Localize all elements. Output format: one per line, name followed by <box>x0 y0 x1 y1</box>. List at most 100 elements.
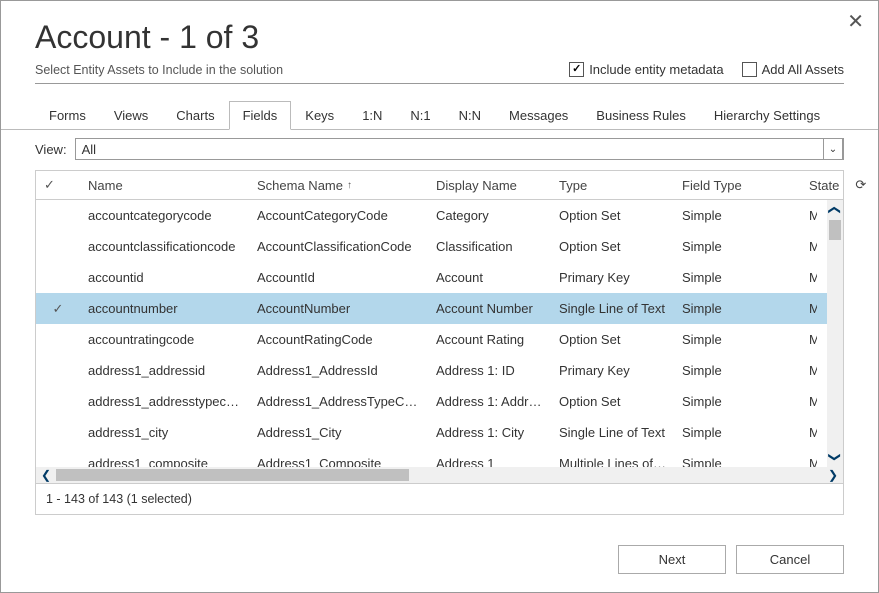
cell-name: accountcategorycode <box>80 208 249 223</box>
include-metadata-label: Include entity metadata <box>589 62 723 77</box>
cell-field-type: Simple <box>674 425 801 440</box>
tab-messages[interactable]: Messages <box>495 101 582 130</box>
cell-type: Multiple Lines of… <box>551 456 674 467</box>
cell-state: Managed <box>801 270 817 285</box>
table-row[interactable]: address1_cityAddress1_CityAddress 1: Cit… <box>36 417 843 448</box>
dialog-buttons: Next Cancel <box>618 545 844 574</box>
cell-type: Primary Key <box>551 270 674 285</box>
header-checkboxes: Include entity metadata Add All Assets <box>569 62 844 77</box>
view-select[interactable]: All ⌄ <box>75 138 844 160</box>
status-bar: 1 - 143 of 143 (1 selected) <box>35 484 844 515</box>
table-row[interactable]: ✓accountnumberAccountNumberAccount Numbe… <box>36 293 843 324</box>
cell-type: Primary Key <box>551 363 674 378</box>
subtitle-row: Select Entity Assets to Include in the s… <box>35 62 844 84</box>
vscroll-track[interactable] <box>827 220 843 447</box>
cell-field-type: Simple <box>674 456 801 467</box>
tab-fields[interactable]: Fields <box>229 101 292 130</box>
cell-field-type: Simple <box>674 301 801 316</box>
vscroll-thumb[interactable] <box>829 220 841 240</box>
col-display-name[interactable]: Display Name <box>428 171 551 199</box>
hscroll-track[interactable] <box>56 467 823 483</box>
cell-schema: AccountCategoryCode <box>249 208 428 223</box>
cell-name: address1_addresstypecode <box>80 394 249 409</box>
refresh-icon: ⟳ <box>855 177 866 193</box>
cell-field-type: Simple <box>674 208 801 223</box>
table-row[interactable]: accountcategorycodeAccountCategoryCodeCa… <box>36 200 843 231</box>
table-body: accountcategorycodeAccountCategoryCodeCa… <box>36 200 843 467</box>
refresh-button[interactable]: ⟳ <box>847 171 879 199</box>
add-all-assets-checkbox[interactable]: Add All Assets <box>742 62 844 77</box>
table-row[interactable]: address1_addresstypecodeAddress1_Address… <box>36 386 843 417</box>
col-state[interactable]: State <box>801 171 847 199</box>
cell-schema: AccountClassificationCode <box>249 239 428 254</box>
next-button[interactable]: Next <box>618 545 726 574</box>
cell-state: Managed <box>801 239 817 254</box>
cell-state: Managed <box>801 425 817 440</box>
tab-nn[interactable]: N:N <box>445 101 495 130</box>
table-row[interactable]: accountclassificationcodeAccountClassifi… <box>36 231 843 262</box>
cell-name: address1_composite <box>80 456 249 467</box>
tab-charts[interactable]: Charts <box>162 101 228 130</box>
include-metadata-checkbox[interactable]: Include entity metadata <box>569 62 723 77</box>
cell-state: Managed <box>801 208 817 223</box>
cell-name: accountid <box>80 270 249 285</box>
tab-n1[interactable]: N:1 <box>396 101 444 130</box>
table-row[interactable]: accountidAccountIdAccountPrimary KeySimp… <box>36 262 843 293</box>
cell-name: accountclassificationcode <box>80 239 249 254</box>
cell-display: Address 1: ID <box>428 363 551 378</box>
page-subtitle: Select Entity Assets to Include in the s… <box>35 63 283 77</box>
cell-state: Managed <box>801 332 817 347</box>
scroll-down-icon[interactable]: ❯ <box>825 449 843 465</box>
view-select-value: All <box>82 142 96 157</box>
add-all-assets-label: Add All Assets <box>762 62 844 77</box>
cell-type: Option Set <box>551 208 674 223</box>
table-row[interactable]: address1_addressidAddress1_AddressIdAddr… <box>36 355 843 386</box>
view-selector-row: View: All ⌄ <box>1 130 878 164</box>
col-name[interactable]: Name <box>80 171 249 199</box>
cell-display: Address 1 <box>428 456 551 467</box>
cell-field-type: Simple <box>674 239 801 254</box>
dialog-window: ✕ Account - 1 of 3 Select Entity Assets … <box>0 0 879 593</box>
col-type[interactable]: Type <box>551 171 674 199</box>
table-row[interactable]: address1_compositeAddress1_CompositeAddr… <box>36 448 843 467</box>
view-label: View: <box>35 142 67 157</box>
cell-display: Account Rating <box>428 332 551 347</box>
hscroll-thumb[interactable] <box>56 469 409 481</box>
vertical-scrollbar[interactable]: ❮ ❯ <box>827 200 843 467</box>
cell-name: address1_addressid <box>80 363 249 378</box>
checkbox-checked-icon <box>569 62 584 77</box>
cell-state: Managed <box>801 301 817 316</box>
tab-1n[interactable]: 1:N <box>348 101 396 130</box>
cell-schema: Address1_AddressId <box>249 363 428 378</box>
tab-business-rules[interactable]: Business Rules <box>582 101 700 130</box>
cell-name: address1_city <box>80 425 249 440</box>
cell-field-type: Simple <box>674 394 801 409</box>
scroll-up-icon[interactable]: ❮ <box>825 202 843 218</box>
tab-views[interactable]: Views <box>100 101 162 130</box>
cell-type: Option Set <box>551 332 674 347</box>
cell-type: Single Line of Text <box>551 301 674 316</box>
cell-field-type: Simple <box>674 270 801 285</box>
cell-type: Single Line of Text <box>551 425 674 440</box>
scroll-right-icon[interactable]: ❯ <box>823 467 843 483</box>
row-checkbox[interactable]: ✓ <box>36 301 80 317</box>
col-schema-name[interactable]: Schema Name↑ <box>249 171 428 199</box>
select-all-checkbox[interactable]: ✓ <box>36 171 80 199</box>
horizontal-scrollbar[interactable]: ❮ ❯ <box>36 467 843 483</box>
table-row[interactable]: accountratingcodeAccountRatingCodeAccoun… <box>36 324 843 355</box>
cell-name: accountratingcode <box>80 332 249 347</box>
tab-hierarchy-settings[interactable]: Hierarchy Settings <box>700 101 834 130</box>
cell-field-type: Simple <box>674 363 801 378</box>
close-icon[interactable]: ✕ <box>847 9 864 34</box>
cell-schema: Address1_Composite <box>249 456 428 467</box>
table-header: ✓ Name Schema Name↑ Display Name Type Fi… <box>36 171 843 200</box>
cell-display: Address 1: City <box>428 425 551 440</box>
checkbox-unchecked-icon <box>742 62 757 77</box>
cell-schema: Address1_City <box>249 425 428 440</box>
scroll-left-icon[interactable]: ❮ <box>36 467 56 483</box>
tab-forms[interactable]: Forms <box>35 101 100 130</box>
chevron-down-icon: ⌄ <box>823 138 843 160</box>
col-field-type[interactable]: Field Type <box>674 171 801 199</box>
cancel-button[interactable]: Cancel <box>736 545 844 574</box>
tab-keys[interactable]: Keys <box>291 101 348 130</box>
